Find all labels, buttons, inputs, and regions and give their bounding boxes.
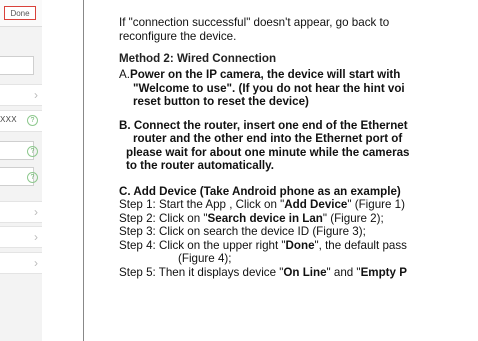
step-line: Step 3: Click on search the device ID (F… [119,225,366,238]
step-line: Step 5: Then it displays device "On Line… [119,265,407,279]
chevron-right-icon: › [34,88,38,102]
page-divider [83,0,84,341]
intro-line: reconfigure the device. [119,29,237,43]
help-icon[interactable]: ? [27,115,38,126]
settings-row[interactable]: › [0,226,42,248]
step-line: Step 4: Click on the upper right "Done",… [119,238,407,252]
chevron-right-icon: › [34,205,38,219]
step-c-heading: C. Add Device (Take Android phone as an … [119,184,401,198]
device-name-field[interactable] [0,56,34,75]
step-line: Step 1: Start the App , Click on "Add De… [119,198,405,211]
step-a-line: A.Power on the IP camera, the device wil… [119,68,401,81]
step-a-line: "Welcome to use". (If you do not hear th… [133,81,405,95]
settings-row[interactable]: › [0,84,42,106]
chevron-right-icon: › [34,256,38,270]
phone-top-bar: Done [0,0,42,27]
method2-heading: Method 2: Wired Connection [119,52,277,65]
step-b-line: B. Connect the router, insert one end of… [119,118,408,132]
settings-row[interactable]: › [0,201,42,223]
help-icon[interactable]: ? [27,146,38,157]
intro-line: If "connection successful" doesn't appea… [119,16,390,29]
step-a-line: reset button to reset the device) [133,95,309,108]
settings-row[interactable]: › [0,252,42,274]
step-b-line: to the router automatically. [126,159,274,172]
done-button[interactable]: Done [4,6,36,20]
password-row[interactable]: XXX ? [0,110,42,132]
chevron-right-icon: › [34,230,38,244]
password-value: XXX [0,115,17,124]
help-icon[interactable]: ? [27,172,38,183]
phone-screenshot-fragment: Done › XXX ? ? ? › › › [0,0,42,341]
manual-text: If "connection successful" doesn't appea… [119,16,478,279]
step-b-line: router and the other end into the Ethern… [133,132,403,145]
step-b-line: please wait for about one minute while t… [126,145,410,159]
step-line: Step 2: Click on "Search device in Lan" … [119,211,384,225]
step-line: (Figure 4); [178,252,232,265]
